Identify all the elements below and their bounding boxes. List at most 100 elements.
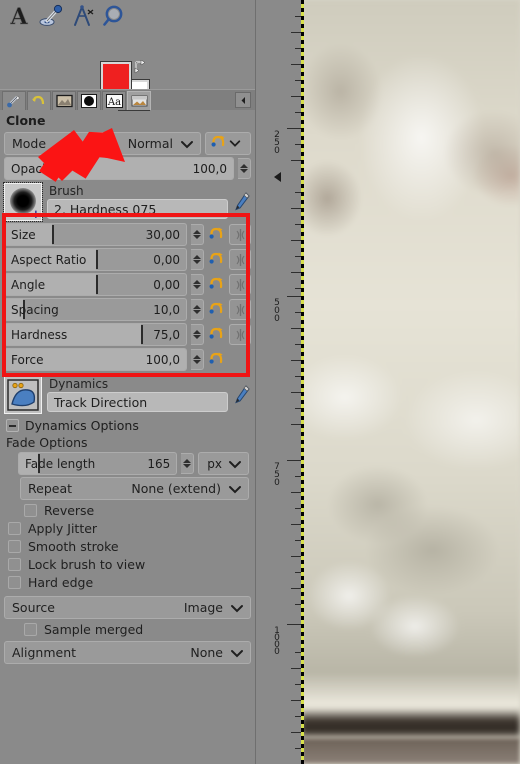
brush-row: ✛ Brush 2. Hardness 075 (3, 182, 251, 222)
chevron-down-icon (229, 645, 245, 661)
swap-colors-icon[interactable] (133, 59, 147, 74)
force-stepper[interactable] (191, 349, 204, 370)
aspect-ratio-dynamics-link-button[interactable] (229, 249, 251, 270)
smooth-stroke-label: Smooth stroke (28, 539, 119, 554)
measure-tool-icon[interactable] (68, 3, 98, 29)
alignment-label: Alignment (12, 645, 77, 660)
hardness-reset-icon[interactable] (208, 326, 225, 343)
apply-jitter-checkbox[interactable]: Apply Jitter (8, 521, 251, 536)
text-tool-icon[interactable]: A (4, 3, 34, 29)
tab-menu-button[interactable] (235, 92, 251, 108)
mode-dropdown[interactable]: Mode Normal (4, 132, 201, 155)
opacity-value: 100,0 (192, 161, 227, 176)
color-swatch-area (0, 31, 255, 110)
force-slider[interactable]: Force 100,0 (4, 348, 187, 371)
tab-tool-options[interactable] (2, 91, 26, 110)
hardness-dynamics-link-button[interactable] (229, 324, 251, 345)
canvas-bottom-strip (301, 738, 520, 764)
dock-tab-bar: Aa (0, 89, 255, 110)
size-reset-icon[interactable] (208, 226, 225, 243)
reverse-label: Reverse (44, 503, 95, 518)
spacing-dynamics-link-button[interactable] (229, 299, 251, 320)
source-label: Source (12, 600, 55, 615)
size-slider[interactable]: Size 30,00 (4, 223, 187, 246)
ruler-label-500: 500 (272, 298, 282, 322)
spacing-slider[interactable]: Spacing 10,0 (4, 298, 187, 321)
aspect-ratio-reset-icon[interactable] (208, 251, 225, 268)
hardness-stepper[interactable] (191, 324, 204, 345)
fade-length-unit-dropdown[interactable]: px (198, 452, 249, 475)
force-label: Force (11, 352, 44, 367)
opacity-stepper[interactable] (238, 158, 251, 179)
dynamics-value: Track Direction (54, 394, 148, 410)
dock-title: Clone (6, 113, 46, 128)
mode-row: Mode Normal (4, 132, 251, 155)
smooth-stroke-checkbox[interactable]: Smooth stroke (8, 539, 251, 554)
angle-stepper[interactable] (191, 274, 204, 295)
repeat-dropdown[interactable]: Repeat None (extend) (20, 477, 249, 500)
foreground-color-swatch[interactable] (101, 62, 131, 92)
alignment-dropdown[interactable]: Alignment None (4, 641, 251, 664)
checkbox-box (24, 504, 37, 517)
hard-edge-label: Hard edge (28, 575, 94, 590)
edit-dynamics-pencil-icon[interactable] (233, 384, 251, 406)
size-dynamics-link-button[interactable] (229, 224, 251, 245)
aspect-ratio-stepper[interactable] (191, 249, 204, 270)
lock-brush-to-view-checkbox[interactable]: Lock brush to view (8, 557, 251, 572)
source-dropdown[interactable]: Source Image (4, 596, 251, 619)
tab-images[interactable] (52, 91, 76, 110)
reverse-checkbox[interactable]: Reverse (24, 503, 251, 518)
opacity-slider[interactable]: Opacity 100,0 (4, 157, 234, 180)
tab-brushes[interactable] (77, 91, 101, 110)
mode-reset-chevron-icon (228, 136, 244, 152)
lock-brush-to-view-label: Lock brush to view (28, 557, 146, 572)
spacing-stepper[interactable] (191, 299, 204, 320)
slider-row-size: Size 30,00 (4, 223, 251, 246)
brush-plus-badge-icon: ✛ (31, 210, 40, 221)
angle-label: Angle (11, 277, 46, 292)
fade-length-row: Fade length 165 px (18, 452, 249, 475)
vertical-ruler[interactable]: 250 500 750 1000 (255, 0, 301, 764)
angle-dynamics-link-button[interactable] (229, 274, 251, 295)
mode-reset-button[interactable] (205, 132, 251, 155)
aspect-ratio-slider[interactable]: Aspect Ratio 0,00 (4, 248, 187, 271)
slider-row-spacing: Spacing 10,0 (4, 298, 251, 321)
slider-row-force: Force 100,0 (4, 348, 251, 371)
hardness-value: 75,0 (153, 327, 180, 342)
edit-brush-pencil-icon[interactable] (233, 191, 251, 213)
spacing-reset-icon[interactable] (208, 301, 225, 318)
sample-merged-checkbox[interactable]: Sample merged (24, 622, 251, 637)
brush-preview-thumbnail[interactable]: ✛ (3, 182, 43, 222)
zoom-tool-icon[interactable] (100, 3, 130, 29)
fade-length-stepper[interactable] (181, 453, 195, 474)
angle-reset-icon[interactable] (208, 276, 225, 293)
opacity-label: Opacity (11, 161, 58, 176)
dynamics-selector[interactable]: Track Direction (47, 392, 228, 412)
tab-undo-history[interactable] (27, 91, 51, 110)
svg-text:A: A (9, 5, 28, 27)
gimp-window: A Aa Clone Mode Normal Opacity 100,0 ✛ B… (0, 0, 520, 764)
source-value: Image (183, 600, 223, 615)
force-value: 100,0 (145, 352, 180, 367)
ruler-label-1000: 1000 (272, 626, 282, 654)
fade-length-slider[interactable]: Fade length 165 (18, 452, 178, 475)
force-reset-icon[interactable] (208, 351, 225, 368)
image-canvas[interactable] (301, 0, 520, 764)
dynamics-options-expander[interactable]: Dynamics Options (6, 418, 251, 433)
color-picker-tool-icon[interactable] (36, 3, 66, 29)
canvas-image (301, 0, 520, 764)
repeat-value: None (extend) (131, 481, 221, 496)
tab-document-history[interactable] (127, 91, 151, 110)
slider-row-hardness: Hardness 75,0 (4, 323, 251, 346)
size-stepper[interactable] (191, 224, 204, 245)
chevron-down-icon (179, 136, 195, 152)
hard-edge-checkbox[interactable]: Hard edge (8, 575, 251, 590)
checkbox-box (8, 558, 21, 571)
angle-slider[interactable]: Angle 0,00 (4, 273, 187, 296)
brush-selector[interactable]: 2. Hardness 075 (47, 199, 228, 219)
hardness-slider[interactable]: Hardness 75,0 (4, 323, 187, 346)
tab-fonts[interactable]: Aa (102, 91, 126, 110)
dynamics-preview-thumbnail[interactable] (4, 376, 42, 414)
size-label: Size (11, 227, 36, 242)
mode-value: Normal (127, 136, 173, 151)
